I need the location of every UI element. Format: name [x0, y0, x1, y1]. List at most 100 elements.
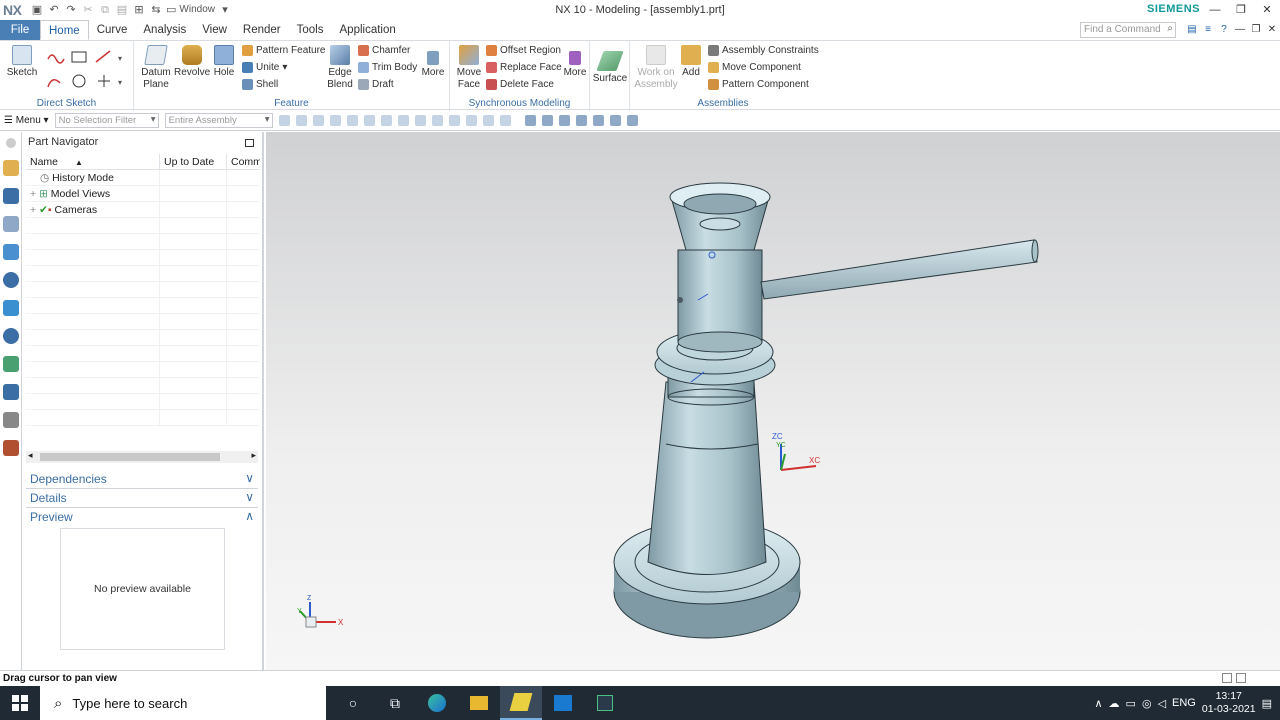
select-edge-icon[interactable] [363, 115, 375, 126]
edge-blend-button[interactable]: Edge Blend [324, 45, 356, 91]
revolve-button[interactable]: Revolve [174, 45, 210, 79]
move-component-button[interactable]: Move Component [708, 62, 801, 73]
table-row[interactable]: + ⊞ Model Views [26, 186, 260, 202]
orient-view-icon[interactable] [575, 115, 587, 126]
media-app-icon[interactable] [542, 686, 584, 720]
terminal-app-icon[interactable] [584, 686, 626, 720]
replace-face-button[interactable]: Replace Face [486, 62, 562, 73]
tab-view[interactable]: View [194, 20, 235, 40]
tab-curve[interactable]: Curve [89, 20, 136, 40]
maximize-icon[interactable] [245, 139, 254, 147]
hide-show-icon[interactable] [626, 115, 638, 126]
paste-icon[interactable]: ▤ [115, 3, 129, 17]
clock[interactable]: 13:17 01-03-2021 [1202, 690, 1256, 716]
web-browser-icon[interactable] [2, 272, 19, 288]
repeat-command-icon[interactable]: ⇆ [149, 3, 163, 17]
scrollbar-thumb[interactable] [40, 453, 220, 461]
chevron-down-icon[interactable]: ▾ [218, 3, 232, 17]
task-view-icon[interactable]: ⧉ [374, 686, 416, 720]
history-icon[interactable] [2, 300, 19, 316]
table-row[interactable]: + ✔▪ Cameras [26, 202, 260, 218]
snap-midpoint-icon[interactable] [414, 115, 426, 126]
select-feature-icon[interactable] [312, 115, 324, 126]
draft-button[interactable]: Draft [358, 79, 394, 90]
nx-app-icon[interactable] [500, 686, 542, 720]
scope-select[interactable]: Entire Assembly [164, 113, 273, 128]
save-icon[interactable]: ▣ [30, 3, 44, 17]
sketch-button[interactable]: Sketch [6, 45, 38, 79]
tab-home[interactable]: Home [40, 20, 89, 40]
battery-icon[interactable]: ▭ [1126, 697, 1136, 710]
doc-restore-icon[interactable]: ❐ [1248, 21, 1264, 39]
render-style-icon[interactable] [592, 115, 604, 126]
constraint-navigator-icon[interactable] [2, 188, 19, 204]
find-command-input[interactable]: Find a Command ⌕ [1080, 22, 1176, 38]
expand-icon[interactable]: + [30, 204, 36, 216]
surface-button[interactable]: Surface [592, 51, 628, 85]
zoom-icon[interactable] [541, 115, 553, 126]
snap-endpoint-icon[interactable] [397, 115, 409, 126]
clock-icon[interactable] [2, 328, 19, 344]
delete-face-button[interactable]: Delete Face [486, 79, 554, 90]
snap-point-icon[interactable] [482, 115, 494, 126]
pattern-feature-button[interactable]: Pattern Feature [242, 45, 325, 56]
snap-tools-icons[interactable] [278, 115, 290, 126]
expand-icon[interactable]: + [30, 188, 36, 200]
table-row[interactable]: ◷ History Mode [26, 170, 260, 186]
rotate-icon[interactable] [558, 115, 570, 126]
tab-tools[interactable]: Tools [289, 20, 332, 40]
tab-analysis[interactable]: Analysis [135, 20, 194, 40]
layout-icon[interactable]: ▤ [1184, 21, 1200, 39]
column-name[interactable]: Name ▲ [26, 154, 160, 169]
file-explorer-icon[interactable] [458, 686, 500, 720]
copy-icon[interactable]: ⧉ [98, 3, 112, 17]
tab-file[interactable]: File [0, 20, 40, 40]
column-up-to-date[interactable]: Up to Date [160, 154, 227, 169]
hole-button[interactable]: Hole [212, 45, 236, 79]
part-navigator-icon[interactable] [2, 216, 19, 232]
system-scenes-icon[interactable] [2, 440, 19, 456]
feature-more-button[interactable]: More [420, 45, 446, 79]
show-hidden-icons[interactable]: ∧ [1094, 697, 1102, 710]
settings-icon[interactable] [5, 138, 16, 148]
pattern-component-button[interactable]: Pattern Component [708, 79, 809, 90]
sketch-curve-tools[interactable]: ▾ ▾ [44, 47, 126, 99]
notifications-icon[interactable]: ▤ [1262, 697, 1272, 710]
options-icon[interactable]: ≡ [1200, 21, 1216, 39]
shell-button[interactable]: Shell [242, 79, 278, 90]
chamfer-button[interactable]: Chamfer [358, 45, 410, 56]
select-body-icon[interactable] [329, 115, 341, 126]
close-icon[interactable]: ✕ [1254, 0, 1280, 20]
redo-icon[interactable]: ↷ [64, 3, 78, 17]
manufacturing-wizard-icon[interactable] [2, 384, 19, 400]
restore-icon[interactable]: ❐ [1228, 0, 1254, 20]
snap-tangent-icon[interactable] [499, 115, 511, 126]
process-studio-icon[interactable] [2, 356, 19, 372]
network-icon[interactable]: ◎ [1142, 697, 1152, 710]
touch-mode-icon[interactable]: ⊞ [132, 3, 146, 17]
trim-body-button[interactable]: Trim Body [358, 62, 417, 73]
status-grid-icon[interactable] [1222, 673, 1232, 683]
roles-icon[interactable] [2, 412, 19, 428]
onedrive-icon[interactable]: ☁ [1109, 697, 1120, 710]
help-icon[interactable]: ? [1216, 21, 1232, 39]
scroll-right-icon[interactable]: ▸ [251, 450, 256, 461]
panel-details[interactable]: Details ∨ [26, 490, 258, 508]
horizontal-scrollbar[interactable]: ◂ ▸ [26, 450, 258, 463]
cut-icon[interactable]: ✂ [81, 3, 95, 17]
undo-icon[interactable]: ↶ [47, 3, 61, 17]
assembly-constraints-button[interactable]: Assembly Constraints [708, 45, 819, 56]
unite-button[interactable]: Unite ▾ [242, 62, 287, 73]
panel-preview[interactable]: Preview ∧ [26, 509, 258, 527]
edge-browser-icon[interactable] [416, 686, 458, 720]
work-on-assembly-button[interactable]: Work on Assembly [634, 45, 678, 91]
select-curve-icon[interactable] [380, 115, 392, 126]
language-indicator[interactable]: ENG [1172, 697, 1196, 709]
tab-application[interactable]: Application [332, 20, 404, 40]
column-comment[interactable]: Comm [227, 154, 260, 169]
menu-button[interactable]: ☰ Menu ▾ [4, 115, 49, 126]
status-fullscreen-icon[interactable] [1236, 673, 1246, 683]
window-menu[interactable]: Window [179, 3, 215, 17]
snap-quadrant-icon[interactable] [448, 115, 460, 126]
sync-more-button[interactable]: More [562, 45, 588, 79]
